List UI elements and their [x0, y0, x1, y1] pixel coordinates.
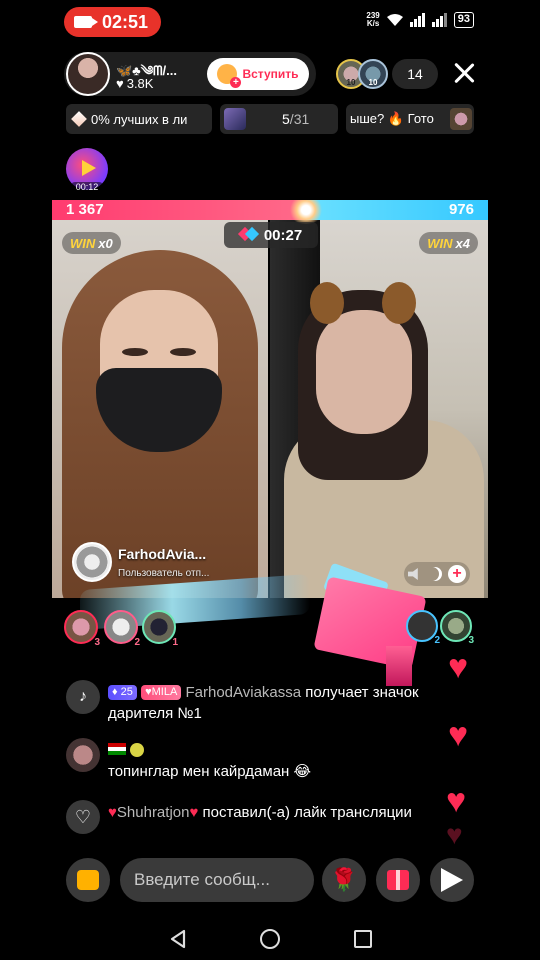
bottom-action-bar: 🌹 — [0, 856, 540, 906]
top-gifters-left: 3 2 1 — [64, 608, 184, 648]
join-button-label: Вступить — [242, 67, 299, 81]
commenter-avatar[interactable] — [66, 738, 100, 772]
ranking-text: 0% лучших в ли — [91, 111, 188, 127]
badge-icon — [130, 743, 145, 757]
network-speed: 239 K/s — [366, 11, 380, 28]
chat-message: ♪ ♦ 25 ♥MILA FarhodAviakassa получает зн… — [66, 680, 446, 726]
chat-username[interactable]: FarhodAviakassa — [185, 684, 301, 701]
heart-icon: ♥ — [108, 804, 117, 821]
host-likes-count: 3.8K — [126, 76, 154, 91]
right-camera-feed[interactable] — [270, 220, 488, 598]
opponent-card[interactable]: FarhodAvia... Пользователь отп... — [72, 542, 212, 586]
tiktok-icon: ♪ — [66, 680, 100, 714]
flag-icon — [108, 743, 126, 755]
share-icon — [441, 868, 463, 892]
chat-message-text: ♦ 25 ♥MILA FarhodAviakassa получает знач… — [108, 684, 419, 722]
signal-icon-2 — [431, 13, 447, 27]
live-event-badge[interactable]: 00:12 — [66, 148, 108, 192]
opponent-name: FarhodAvia... — [118, 546, 207, 562]
share-button[interactable] — [430, 858, 474, 902]
battle-icon — [240, 229, 256, 241]
mute-icon[interactable] — [408, 568, 418, 580]
chat-message: топинглар мен кайрдаман 😂 — [66, 738, 446, 784]
announcement-chip[interactable]: ыше? 🔥 Гото — [346, 104, 474, 134]
rose-gift-button[interactable]: 🌹 — [322, 858, 366, 902]
floating-heart-icon: ♥ — [448, 648, 469, 686]
gift-button[interactable] — [376, 858, 420, 902]
top-viewers[interactable]: 10 10 14 — [336, 58, 438, 90]
viewer-count[interactable]: 14 — [392, 59, 438, 89]
chat-message-text: ♥Shuhratjon♥ поставил(-а) лайк трансляци… — [108, 804, 412, 821]
floating-heart-icon: ♥ — [446, 782, 467, 820]
system-icons: 239 K/s 93 — [366, 12, 474, 28]
join-button[interactable]: Вступить — [207, 58, 309, 90]
top-gifters-right: 2 3 — [406, 608, 476, 646]
system-navigation-bar — [0, 916, 540, 960]
chat-message-text: топинглар мен кайрдаман 😂 — [108, 740, 448, 782]
like-outline-icon: ♡ — [66, 800, 100, 834]
score-left: 1 367 — [66, 201, 104, 218]
opponent-subtitle: Пользователь отп... — [118, 568, 210, 579]
floating-heart-icon: ♥ — [446, 819, 463, 850]
announcement-avatar — [450, 108, 472, 130]
goal-chip[interactable]: 5/31 — [220, 104, 338, 134]
rose-icon: 🌹 — [330, 867, 358, 892]
battle-timer-value: 00:27 — [263, 226, 303, 244]
dog-filter-ear — [310, 282, 344, 324]
win-streak-left: WIN x0 — [62, 232, 121, 254]
video-camera-icon — [74, 16, 98, 28]
viewer-avatar[interactable]: 10 — [358, 59, 388, 89]
close-button[interactable] — [451, 60, 477, 86]
battle-timer: 00:27 — [224, 222, 318, 248]
home-icon[interactable] — [260, 929, 280, 949]
wifi-icon — [386, 14, 403, 26]
gifter-avatar[interactable]: 2 — [104, 610, 140, 648]
battle-score-bar: 1 367 976 — [52, 200, 488, 224]
fan-badge: ♥MILA — [141, 685, 182, 700]
opponent-avatar[interactable] — [72, 542, 112, 582]
chat-username[interactable]: Shuhratjon — [117, 804, 190, 821]
quick-comment-button[interactable] — [66, 858, 110, 902]
back-icon[interactable] — [170, 929, 186, 949]
announcement-text: ыше? 🔥 Гото — [350, 111, 434, 126]
status-bar: 02:51 239 K/s 93 — [0, 0, 540, 44]
level-badge: ♦ 25 — [108, 685, 137, 700]
gifter-avatar[interactable]: 1 — [142, 610, 178, 648]
message-input[interactable] — [120, 858, 314, 902]
follow-plus-icon[interactable]: + — [448, 565, 466, 583]
host-likes: ♥ 3.8K — [116, 76, 153, 91]
ranking-chip[interactable]: 0% лучших в ли — [66, 104, 212, 134]
gifter-avatar[interactable]: 3 — [440, 610, 474, 646]
screen-recording-pill[interactable]: 02:51 — [64, 7, 161, 37]
signal-icon — [409, 13, 425, 27]
recording-time: 02:51 — [102, 11, 149, 32]
battle-area: 1 367 976 WIN x0 WIN x4 00:27 FarhodAvia… — [52, 200, 488, 598]
fan-club-icon — [217, 64, 242, 88]
chat-message: ♡ ♥Shuhratjon♥ поставил(-а) лайк трансля… — [66, 800, 446, 846]
goal-icon — [224, 108, 246, 130]
host-info[interactable]: 🦋♣༄ᗰ/... ♥ 3.8K Вступить — [64, 52, 316, 96]
recent-apps-icon[interactable] — [354, 930, 372, 948]
live-event-time: 00:12 — [70, 182, 104, 192]
goal-progress: 5/31 — [282, 111, 310, 127]
floating-heart-icon: ♥ — [448, 716, 469, 754]
gift-icon — [387, 870, 409, 890]
moon-icon[interactable] — [428, 567, 442, 581]
opponent-controls: + — [404, 562, 470, 586]
diamond-icon — [71, 111, 87, 127]
dog-filter-ear — [382, 282, 416, 324]
battery-indicator: 93 — [453, 12, 474, 28]
heart-icon: ♥ — [116, 76, 124, 91]
gifter-avatar[interactable]: 2 — [406, 610, 440, 646]
win-streak-right: WIN x4 — [419, 232, 478, 254]
quick-comment-icon — [77, 870, 99, 890]
gifter-avatar[interactable]: 3 — [64, 610, 100, 648]
score-right: 976 — [448, 201, 474, 218]
host-avatar[interactable] — [66, 52, 110, 96]
